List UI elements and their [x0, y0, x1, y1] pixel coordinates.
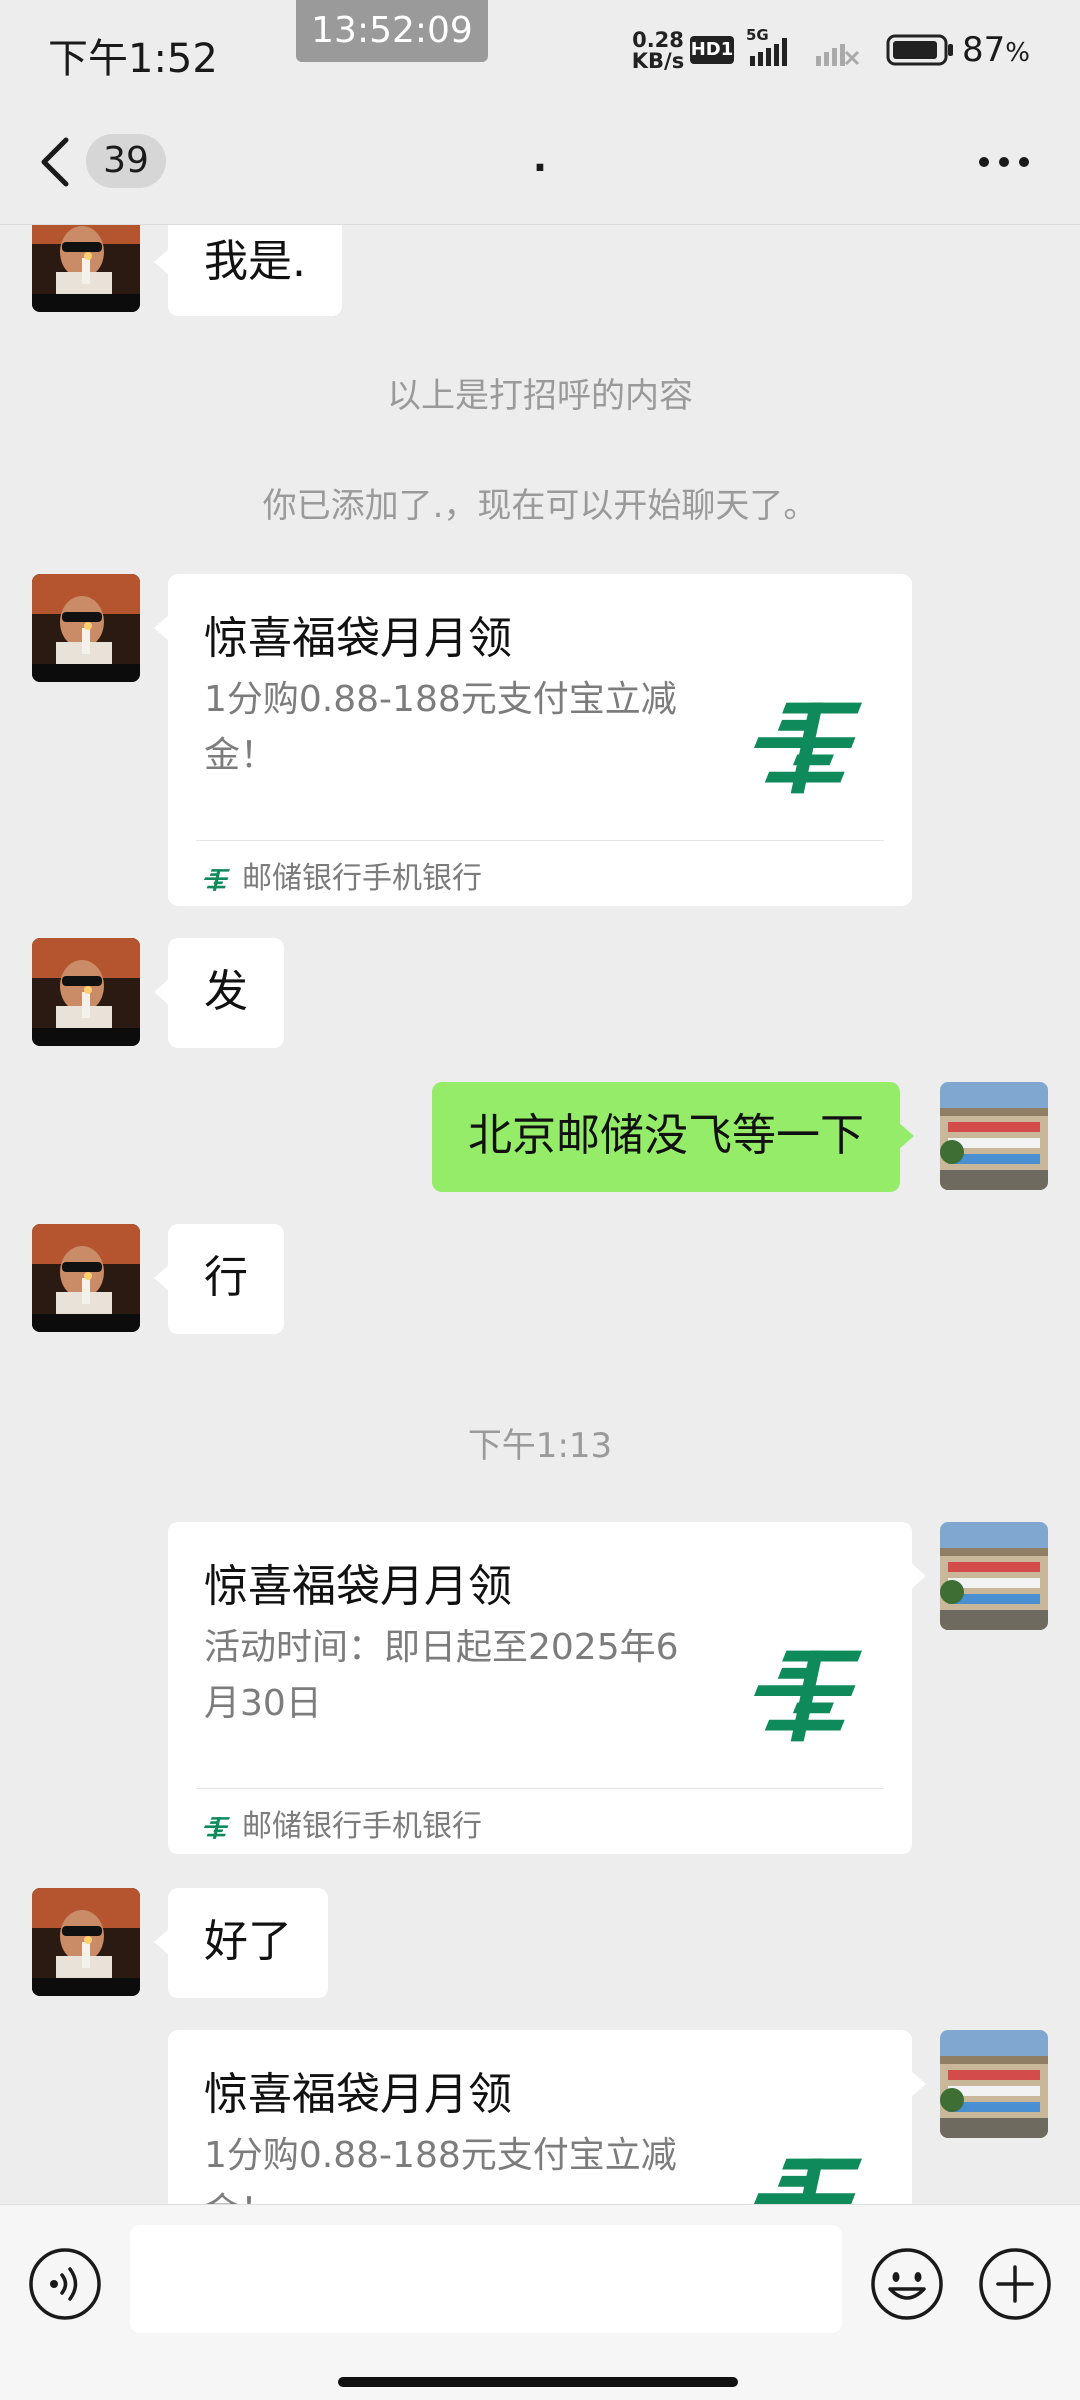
status-bar: 下午1:52 13:52:09 0.28 KB/s HD1 5G 87% — [0, 0, 1080, 100]
card-description: 1分购0.88-188元支付宝立减金！ — [204, 2135, 677, 2204]
battery-percent-value: 87 — [962, 30, 1006, 70]
chat-header: 39 . — [0, 100, 1080, 225]
link-card[interactable]: 惊喜福袋月月领 活动时间：即日起至2025年6月30日 邮储银行手机银行 — [168, 1522, 926, 1854]
message-list[interactable]: 我是. 以上是打招呼的内容 你已添加了.，现在可以开始聊天了。 惊喜福袋月月领 … — [0, 224, 1080, 2204]
plus-icon[interactable] — [978, 2247, 1052, 2321]
card-title: 惊喜福袋月月领 — [204, 2069, 512, 2120]
more-dots-icon[interactable] — [976, 150, 1032, 174]
card-source-label: 邮储银行手机银行 — [242, 861, 482, 896]
postal-bank-logo-icon — [754, 2152, 862, 2204]
status-time: 下午1:52 — [48, 36, 218, 82]
card-divider — [196, 840, 884, 841]
self-message-bubble[interactable]: 北京邮储没飞等一下 — [432, 1082, 914, 1192]
signal-icon: 5G — [746, 26, 860, 66]
unread-count-badge[interactable]: 39 — [86, 134, 166, 188]
hd-badge: HD1 — [690, 36, 734, 64]
message-timestamp: 下午1:13 — [467, 1426, 613, 1466]
link-card[interactable]: 惊喜福袋月月领 1分购0.88-188元支付宝立减金！ — [168, 2030, 926, 2204]
card-source-label: 邮储银行手机银行 — [242, 1809, 482, 1844]
network-type-label: 5G — [746, 26, 769, 44]
contact-avatar[interactable] — [32, 224, 140, 312]
input-bar — [0, 2204, 1080, 2400]
system-message-added: 你已添加了.，现在可以开始聊天了。 — [262, 486, 818, 526]
postal-bank-small-icon — [204, 1815, 230, 1841]
back-chevron-icon[interactable] — [36, 134, 72, 190]
contact-avatar[interactable] — [32, 1224, 140, 1332]
message-input[interactable] — [130, 2225, 842, 2333]
voice-icon[interactable] — [28, 2247, 102, 2321]
postal-bank-small-icon — [204, 867, 230, 893]
home-indicator[interactable] — [338, 2377, 738, 2387]
chat-title: . — [532, 136, 548, 180]
message-bubble[interactable]: 行 — [154, 1224, 284, 1334]
contact-avatar[interactable] — [32, 574, 140, 682]
network-speed: 0.28 KB/s — [630, 30, 686, 72]
network-speed-value: 0.28 — [632, 28, 684, 52]
contact-avatar[interactable] — [32, 1888, 140, 1996]
message-bubble[interactable]: 好了 — [154, 1888, 328, 1998]
self-avatar[interactable] — [940, 1082, 1048, 1190]
system-message-greeting: 以上是打招呼的内容 — [387, 376, 693, 416]
message-bubble[interactable]: 我是. — [154, 224, 342, 316]
message-bubble[interactable]: 发 — [154, 938, 284, 1048]
card-description: 1分购0.88-188元支付宝立减金！ — [204, 679, 677, 776]
card-source: 邮储银行手机银行 — [204, 852, 482, 906]
battery-icon — [886, 34, 953, 66]
card-description: 活动时间：即日起至2025年6月30日 — [204, 1627, 679, 1724]
battery-percent-unit: % — [1005, 38, 1030, 68]
contact-avatar[interactable] — [32, 938, 140, 1046]
postal-bank-logo-icon — [754, 696, 862, 800]
card-source: 邮储银行手机银行 — [204, 1800, 482, 1854]
card-title: 惊喜福袋月月领 — [204, 1561, 512, 1612]
emoji-icon[interactable] — [870, 2247, 944, 2321]
chat-screen: 下午1:52 13:52:09 0.28 KB/s HD1 5G 87% 39 … — [0, 0, 1080, 2400]
card-divider — [196, 1788, 884, 1789]
self-avatar[interactable] — [940, 2030, 1048, 2138]
card-title: 惊喜福袋月月领 — [204, 613, 512, 664]
network-speed-unit: KB/s — [631, 49, 685, 73]
postal-bank-logo-icon — [754, 1644, 862, 1748]
link-card[interactable]: 惊喜福袋月月领 1分购0.88-188元支付宝立减金！ 邮储银行手机银行 — [154, 574, 912, 906]
self-avatar[interactable] — [940, 1522, 1048, 1630]
clock-overlay: 13:52:09 — [296, 0, 488, 62]
battery-percent: 87% — [962, 30, 1030, 70]
